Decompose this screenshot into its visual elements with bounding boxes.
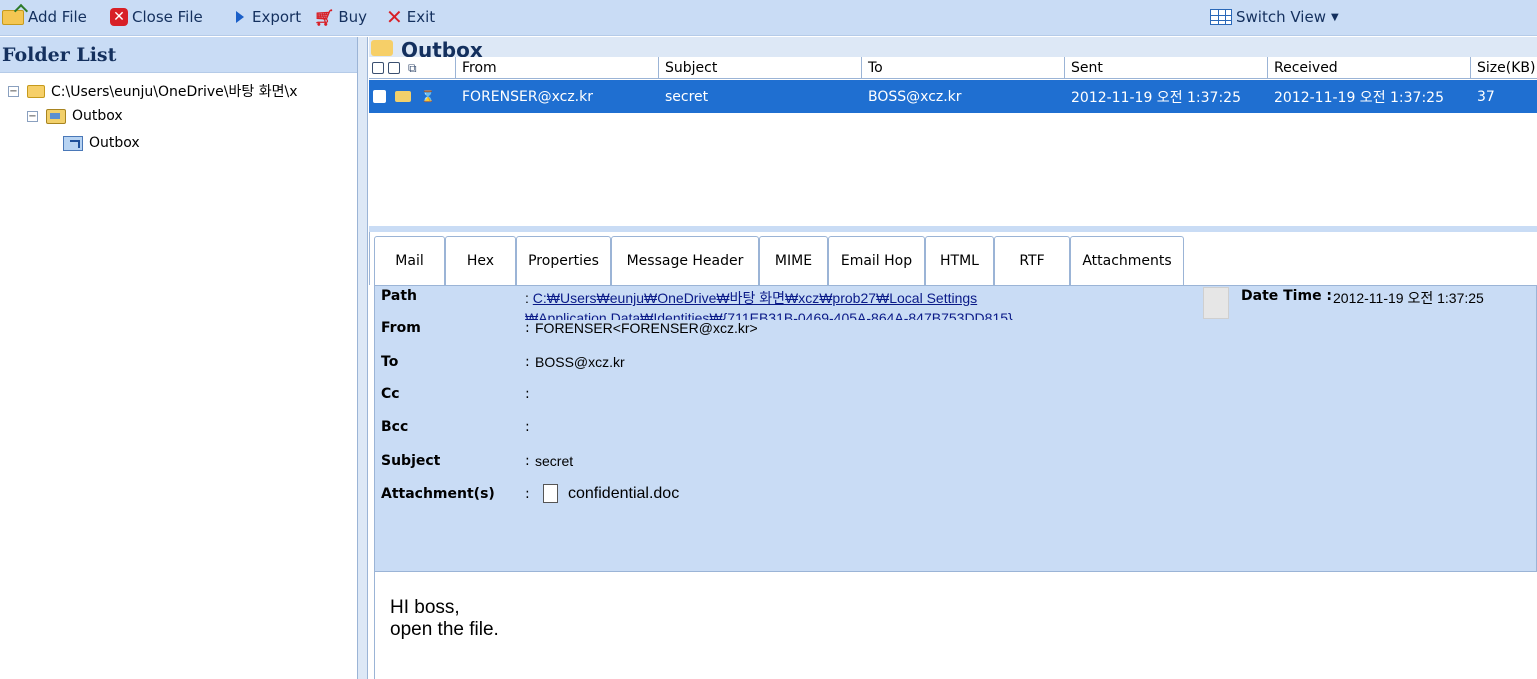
close-file-button[interactable]: ✕ Close File <box>110 6 203 28</box>
pst-file-icon <box>46 108 66 124</box>
export-label: Export <box>252 8 302 26</box>
cell-subject: secret <box>665 88 709 105</box>
tree-node-pst[interactable]: − Outbox <box>27 105 123 127</box>
tree-root-label: C:\Users\eunju\OneDrive\바탕 화면\x <box>51 84 298 100</box>
collapse-toggle-icon[interactable]: − <box>8 85 19 97</box>
cell-received: 2012-11-19 오전 1:37:25 <box>1274 89 1444 106</box>
toolbar: Add File ✕ Close File Export 🛒︎ Buy ✕ Ex… <box>0 0 1537 36</box>
dropdown-caret-icon: ▼ <box>1330 11 1339 23</box>
from-colon: : <box>525 320 530 336</box>
body-line-2: open the file. <box>390 619 499 640</box>
close-icon: ✕ <box>110 8 128 26</box>
mail-header-panel: Path : C:₩Users₩eunju₩OneDrive₩바탕 화면₩xcz… <box>374 285 1537 572</box>
tab-mail[interactable]: Mail <box>374 236 445 285</box>
bcc-label: Bcc <box>381 419 409 435</box>
add-folder-icon <box>2 9 24 25</box>
tree-pst-label: Outbox <box>72 108 123 124</box>
cell-from: FORENSER@xcz.kr <box>462 88 593 105</box>
from-label: From <box>381 320 421 336</box>
from-value: FORENSER<FORENSER@xcz.kr> <box>535 320 758 336</box>
close-file-label: Close File <box>132 8 203 26</box>
to-label: To <box>381 354 399 370</box>
priority-icon: ⌛ <box>421 90 435 103</box>
subject-label: Subject <box>381 453 441 469</box>
column-header-subject[interactable]: Subject <box>659 57 862 79</box>
mail-list-folder-title: Outbox <box>401 38 483 57</box>
attachments-colon: : <box>525 486 530 502</box>
column-header-from[interactable]: From <box>456 57 659 79</box>
subject-value: secret <box>535 453 574 469</box>
table-row[interactable]: ⌛ FORENSER@xcz.kr secret BOSS@xcz.kr 201… <box>369 80 1537 113</box>
tab-properties[interactable]: Properties <box>516 236 611 285</box>
add-file-button[interactable]: Add File <box>2 6 87 28</box>
attachments-label: Attachment(s) <box>381 486 495 502</box>
path-label: Path <box>381 288 417 304</box>
folder-pane: Folder List − C:\Users\eunju\OneDrive\바탕… <box>0 37 358 679</box>
grid-header: ⧉ From Subject To Sent Received Size(KB) <box>369 57 1537 79</box>
tree-node-outbox[interactable]: Outbox <box>63 132 140 154</box>
folder-icon <box>371 40 393 56</box>
to-value: BOSS@xcz.kr <box>535 354 625 370</box>
exit-label: Exit <box>406 8 436 26</box>
switch-view-button[interactable]: Switch View ▼ <box>1210 6 1339 28</box>
tab-attachments[interactable]: Attachments <box>1070 236 1184 285</box>
column-header-to[interactable]: To <box>862 57 1065 79</box>
tab-rtf[interactable]: RTF <box>994 236 1070 285</box>
read-status-header-icon <box>388 62 400 74</box>
to-colon: : <box>525 354 530 370</box>
mail-body: HI boss, open the file. <box>374 572 1537 679</box>
tab-email-hop[interactable]: Email Hop <box>828 236 925 285</box>
tab-mime[interactable]: MIME <box>759 236 828 285</box>
tree-outbox-label: Outbox <box>89 135 140 151</box>
select-all-checkbox[interactable] <box>372 62 384 74</box>
buy-label: Buy <box>338 8 367 26</box>
body-line-1: HI boss, <box>390 597 460 618</box>
exit-button[interactable]: ✕ Exit <box>386 5 436 29</box>
date-time-value: 2012-11-19 오전 1:37:25 <box>1333 290 1484 306</box>
x-icon: ✕ <box>386 5 403 29</box>
row-checkbox[interactable] <box>373 90 386 103</box>
row-icons-cell: ⌛ <box>369 90 456 103</box>
cc-colon: : <box>525 386 530 402</box>
folder-icon <box>27 84 45 98</box>
attachment-link[interactable]: confidential.doc <box>568 485 679 503</box>
path-link-line1[interactable]: C:₩Users₩eunju₩OneDrive₩바탕 화면₩xcz₩prob27… <box>533 290 977 306</box>
column-header-size[interactable]: Size(KB) <box>1471 57 1537 79</box>
attachment-clip-icon: ⧉ <box>408 61 417 75</box>
tree-node-root[interactable]: − C:\Users\eunju\OneDrive\바탕 화면\x <box>8 80 298 102</box>
outbox-icon <box>63 135 83 151</box>
tab-html[interactable]: HTML <box>925 236 994 285</box>
tab-hex[interactable]: Hex <box>445 236 516 285</box>
cart-icon: 🛒︎ <box>314 7 335 27</box>
column-header-sent[interactable]: Sent <box>1065 57 1268 79</box>
subject-colon: : <box>525 453 530 469</box>
envelope-icon <box>395 91 411 102</box>
tab-strip: Mail Hex Properties Message Header MIME … <box>369 232 1537 285</box>
cell-size: 37 <box>1477 88 1495 105</box>
column-header-received[interactable]: Received <box>1268 57 1471 79</box>
path-link-line2[interactable]: ₩Application Data₩Identities₩{711EB31B-0… <box>525 310 1013 320</box>
play-arrow-icon <box>236 11 244 23</box>
pane-splitter[interactable] <box>358 37 368 679</box>
export-button[interactable]: Export <box>232 6 301 28</box>
grid-icon <box>1210 9 1232 25</box>
mail-list-pane: Outbox ⧉ From Subject To Sent Received S… <box>369 37 1537 232</box>
document-icon <box>543 484 558 503</box>
bcc-colon: : <box>525 419 530 435</box>
tab-message-header[interactable]: Message Header <box>611 236 759 285</box>
mail-list-title-bar: Outbox <box>369 37 1537 57</box>
cell-sent: 2012-11-19 오전 1:37:25 <box>1071 89 1241 106</box>
date-time-label: Date Time : <box>1241 288 1333 304</box>
path-scrollbar[interactable] <box>1203 287 1229 319</box>
switch-view-label: Switch View <box>1236 8 1326 26</box>
cc-label: Cc <box>381 386 400 402</box>
buy-button[interactable]: 🛒︎ Buy <box>314 6 367 28</box>
collapse-toggle-icon[interactable]: − <box>27 110 38 122</box>
folder-list-title: Folder List <box>0 37 357 73</box>
cell-to: BOSS@xcz.kr <box>868 88 962 105</box>
header-icons-cell: ⧉ <box>369 57 456 79</box>
path-value[interactable]: : C:₩Users₩eunju₩OneDrive₩바탕 화면₩xcz₩prob… <box>525 288 1197 320</box>
add-file-label: Add File <box>28 8 87 26</box>
